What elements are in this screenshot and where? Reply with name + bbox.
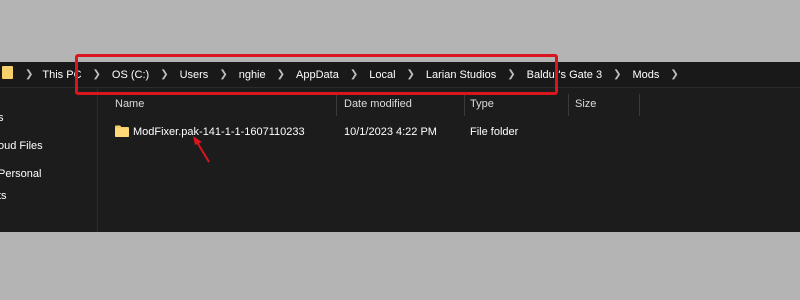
chevron-right-icon[interactable]: ❯ [502, 69, 520, 80]
folder-icon [115, 125, 129, 137]
folder-icon [2, 66, 13, 79]
nav-item[interactable]: s [0, 112, 4, 124]
column-header-type[interactable]: Type [470, 98, 494, 110]
column-header-size[interactable]: Size [575, 98, 596, 110]
chevron-right-icon[interactable]: ❯ [665, 69, 683, 80]
column-divider[interactable] [568, 94, 569, 116]
address-bar[interactable]: ❯ This PC ❯ OS (C:) ❯ Users ❯ nghie ❯ Ap… [0, 62, 800, 88]
breadcrumb-item-larian-studios[interactable]: Larian Studios [420, 69, 502, 81]
column-header-name[interactable]: Name [115, 98, 144, 110]
column-divider[interactable] [336, 94, 337, 116]
breadcrumb-item-baldurs-gate-3[interactable]: Baldur's Gate 3 [521, 69, 608, 81]
column-divider[interactable] [464, 94, 465, 116]
breadcrumb-item-nghie[interactable]: nghie [233, 69, 272, 81]
chevron-right-icon[interactable]: ❯ [608, 69, 626, 80]
chevron-right-icon[interactable]: ❯ [214, 69, 232, 80]
chevron-right-icon[interactable]: ❯ [88, 69, 106, 80]
breadcrumb-item-appdata[interactable]: AppData [290, 69, 345, 81]
nav-item-personal[interactable]: Personal [0, 168, 41, 180]
column-divider[interactable] [639, 94, 640, 116]
chevron-right-icon[interactable]: ❯ [22, 69, 36, 80]
file-date-modified: 10/1/2023 4:22 PM [344, 126, 437, 138]
column-header-date-modified[interactable]: Date modified [344, 98, 412, 110]
nav-item[interactable]: ts [0, 190, 7, 202]
chevron-right-icon[interactable]: ❯ [272, 69, 290, 80]
nav-item-cloud-files[interactable]: oud Files [0, 140, 43, 152]
file-explorer-window: ❯ This PC ❯ OS (C:) ❯ Users ❯ nghie ❯ Ap… [0, 62, 800, 232]
breadcrumb-item-os-c[interactable]: OS (C:) [106, 69, 155, 81]
breadcrumb-item-local[interactable]: Local [363, 69, 401, 81]
breadcrumb-item-users[interactable]: Users [174, 69, 215, 81]
red-arrow-icon [193, 136, 210, 163]
chevron-right-icon[interactable]: ❯ [155, 69, 173, 80]
chevron-right-icon[interactable]: ❯ [402, 69, 420, 80]
breadcrumb-item-mods[interactable]: Mods [627, 69, 666, 81]
breadcrumb-item-this-pc[interactable]: This PC [36, 69, 87, 81]
navigation-pane: s oud Files Personal ts [0, 88, 98, 232]
breadcrumb: ❯ This PC ❯ OS (C:) ❯ Users ❯ nghie ❯ Ap… [22, 62, 684, 87]
file-type: File folder [470, 126, 519, 138]
chevron-right-icon[interactable]: ❯ [345, 69, 363, 80]
